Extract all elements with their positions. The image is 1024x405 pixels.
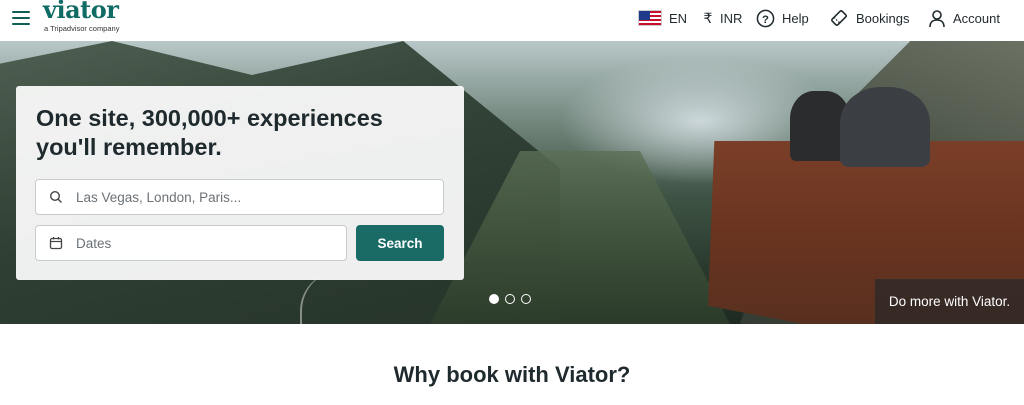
bookings-link[interactable]: Bookings — [829, 0, 909, 36]
ticket-icon — [831, 10, 847, 26]
viator-logo[interactable]: viator a Tripadvisor company — [43, 0, 119, 33]
carousel-indicators — [489, 294, 531, 304]
hamburger-menu-icon[interactable] — [12, 11, 30, 25]
person-figure — [840, 87, 930, 167]
language-label: EN — [669, 10, 688, 26]
search-icon — [36, 190, 76, 204]
logo-tagline: a Tripadvisor company — [44, 24, 120, 33]
language-selector[interactable]: EN — [638, 0, 687, 36]
search-button[interactable]: Search — [356, 225, 444, 261]
user-icon — [929, 9, 945, 27]
carousel-dot-2[interactable] — [505, 294, 515, 304]
carousel-dot-1[interactable] — [489, 294, 499, 304]
logo-wordmark: viator — [43, 0, 119, 24]
help-circle-icon: ? — [756, 9, 775, 27]
account-label: Account — [953, 10, 1000, 26]
why-book-heading: Why book with Viator? — [393, 362, 631, 387]
destination-placeholder: Las Vegas, London, Paris... — [76, 189, 242, 205]
dates-placeholder: Dates — [76, 235, 112, 251]
hero-caption: Do more with Viator. — [875, 279, 1024, 324]
help-link[interactable]: ? Help — [756, 0, 809, 36]
svg-text:?: ? — [762, 13, 769, 25]
dates-input[interactable]: Dates — [35, 225, 347, 261]
us-flag-icon — [638, 10, 662, 26]
bookings-label: Bookings — [856, 10, 910, 26]
carousel-dot-3[interactable] — [521, 294, 531, 304]
currency-label: INR — [720, 10, 743, 26]
rupee-icon: ₹ — [703, 9, 713, 26]
currency-selector[interactable]: ₹ INR — [703, 0, 743, 36]
top-header: viator a Tripadvisor company EN ₹ INR ? … — [0, 0, 1024, 41]
hero-title: One site, 300,000+ experiences you'll re… — [36, 105, 383, 160]
account-link[interactable]: Account — [928, 0, 1000, 36]
calendar-icon — [36, 236, 76, 250]
help-label: Help — [782, 10, 809, 26]
destination-search-input[interactable]: Las Vegas, London, Paris... — [35, 179, 444, 215]
